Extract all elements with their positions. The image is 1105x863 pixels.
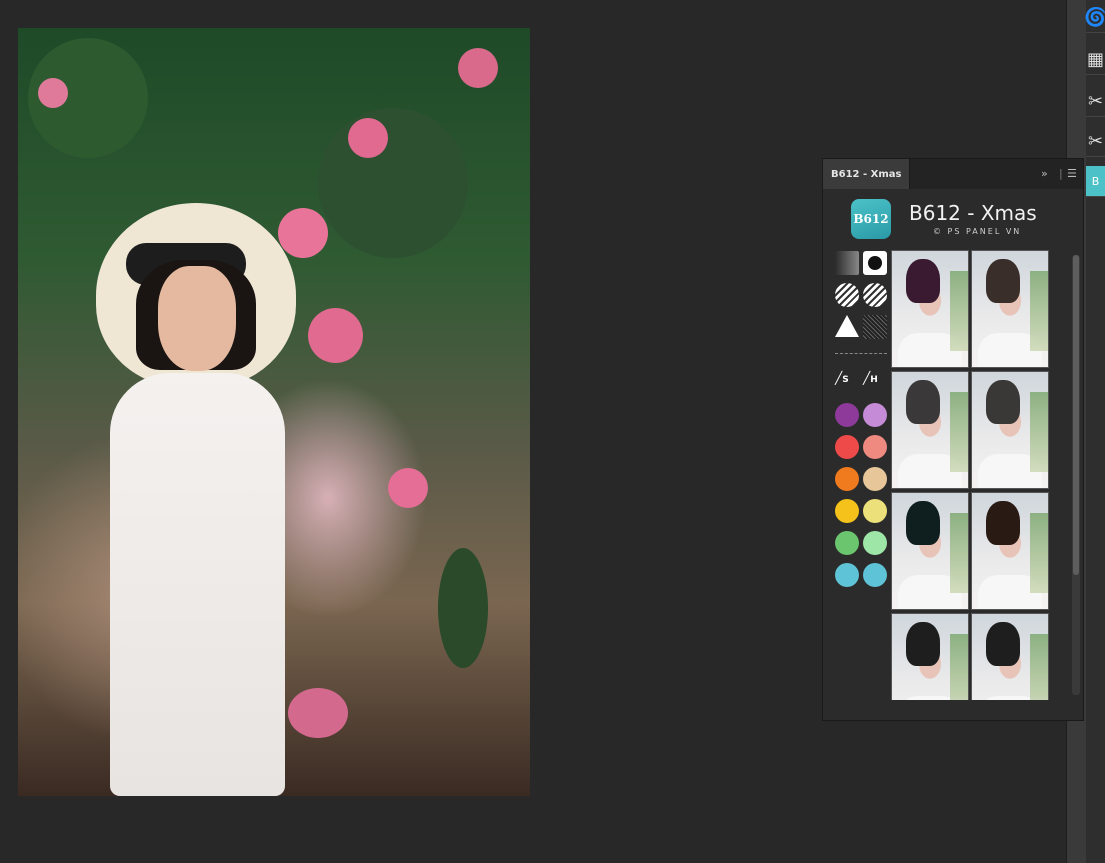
color-swatch[interactable] (863, 467, 887, 491)
color-swatch[interactable] (835, 403, 859, 427)
hamburger-menu-icon[interactable]: ☰ (1067, 167, 1077, 180)
preset-thumbnail[interactable] (891, 492, 969, 610)
scissors-icon[interactable]: ✂ (1086, 126, 1105, 157)
panel-header: B612 B612 - Xmas © PS PANEL VN (851, 197, 1051, 241)
thumbnail-hair (986, 380, 1020, 424)
panel-scroll-thumb[interactable] (1073, 255, 1079, 575)
b612-logo: B612 (851, 199, 891, 239)
thumbnail-foliage (950, 634, 968, 700)
panel-tab[interactable]: B612 - Xmas (823, 159, 911, 189)
thumbnail-foliage (1030, 634, 1048, 700)
brush-label: S (842, 375, 849, 385)
thumbnail-hair (906, 622, 940, 666)
preset-thumbnail[interactable] (971, 250, 1049, 368)
b612-panel: B612 - Xmas » | ☰ B612 B612 - Xmas © PS … (822, 158, 1084, 721)
thumbnail-foliage (1030, 392, 1048, 472)
divider: | (1059, 167, 1063, 180)
brush-label: H (870, 375, 878, 385)
color-swatch[interactable] (863, 435, 887, 459)
spiral-icon[interactable]: 🌀 (1084, 2, 1105, 33)
color-swatch[interactable] (863, 563, 887, 587)
color-swatch[interactable] (835, 435, 859, 459)
color-swatch[interactable] (863, 531, 887, 555)
thumbnail-foliage (1030, 513, 1048, 593)
panel-tab-bar: B612 - Xmas » | ☰ (823, 159, 1083, 189)
color-swatch[interactable] (835, 467, 859, 491)
thumbnail-hair (906, 380, 940, 424)
color-swatch[interactable] (835, 531, 859, 555)
triangle-tool[interactable] (835, 315, 859, 337)
white-dress (110, 373, 285, 796)
panel-subtitle: © PS PANEL VN (933, 227, 1022, 236)
brush-h-tool[interactable]: ╱H (863, 371, 887, 395)
color-swatch[interactable] (863, 403, 887, 427)
preset-thumbnail[interactable] (891, 371, 969, 489)
circle-black-tool[interactable] (863, 251, 887, 275)
preset-thumbnail[interactable] (971, 613, 1049, 700)
face (158, 266, 236, 371)
divider (835, 353, 887, 354)
gradient-tool[interactable] (835, 251, 859, 275)
thumbnail-foliage (950, 513, 968, 593)
thumbnail-foliage (1030, 271, 1048, 351)
preset-thumbnail[interactable] (971, 371, 1049, 489)
panel-scrollbar[interactable] (1072, 255, 1080, 695)
thumbnail-hair (986, 501, 1020, 545)
panel-title: B612 - Xmas (909, 201, 1037, 225)
double-chevron-right-icon[interactable]: » (1041, 167, 1048, 180)
thumbnail-foliage (950, 271, 968, 351)
stripe-half-left-tool[interactable] (835, 283, 859, 307)
thumbnail-hair (986, 259, 1020, 303)
preset-thumbnail[interactable] (891, 613, 969, 700)
thumbnail-hair (986, 622, 1020, 666)
b612-panel-icon[interactable]: B (1086, 166, 1105, 197)
thumbnail-hair (906, 259, 940, 303)
preset-thumbnail[interactable] (891, 250, 969, 368)
color-swatch[interactable] (835, 499, 859, 523)
color-swatch[interactable] (835, 563, 859, 587)
color-swatch[interactable] (863, 499, 887, 523)
preset-thumbnails (891, 250, 1051, 700)
preset-thumbnail[interactable] (971, 492, 1049, 610)
layer-swatch-icon[interactable]: ▦ (1086, 44, 1105, 75)
thumbnail-foliage (950, 392, 968, 472)
canvas-photo[interactable] (18, 28, 530, 796)
thumbnail-hair (906, 501, 940, 545)
noise-tool[interactable] (863, 315, 887, 339)
stripe-half-right-tool[interactable] (863, 283, 887, 307)
brush-s-tool[interactable]: ╱S (835, 371, 859, 395)
scissors-icon[interactable]: ✂ (1086, 86, 1105, 117)
